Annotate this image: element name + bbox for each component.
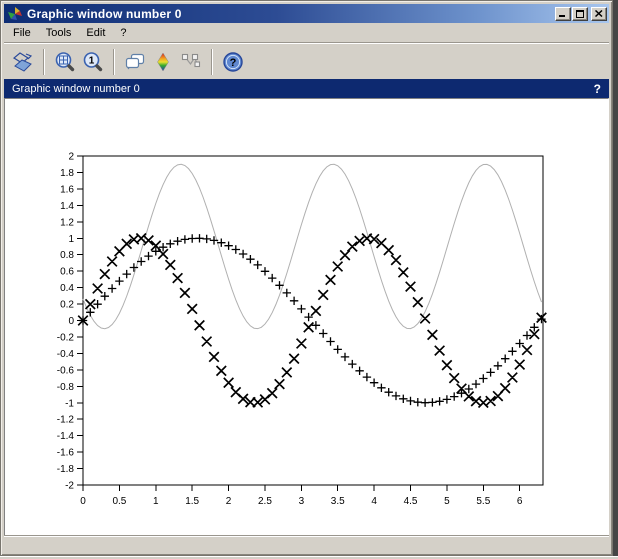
menu-help[interactable]: ?: [114, 25, 132, 41]
help-button[interactable]: ?: [219, 48, 247, 76]
svg-text:1.4: 1.4: [60, 201, 74, 212]
info-bar-help-icon[interactable]: ?: [594, 82, 601, 96]
info-bar-text: Graphic window number 0: [12, 83, 140, 95]
svg-text:0: 0: [68, 316, 74, 327]
graphics-editor-button[interactable]: [149, 48, 177, 76]
plot-svg: 2 1.8 1.6 1.4 1.2 1 0.8 0.6 0.4 0.2 0 -0.2 -0.4 -0.6 -…: [5, 99, 608, 537]
rotate-3d-icon: [12, 51, 34, 73]
desktop: Graphic window number 0: [0, 0, 618, 559]
svg-text:4.5: 4.5: [404, 496, 418, 507]
toolbar-separator: [211, 49, 213, 75]
minimize-icon: [559, 10, 567, 18]
window-title: Graphic window number 0: [27, 7, 182, 21]
svg-text:4: 4: [371, 496, 377, 507]
svg-text:1.8: 1.8: [60, 168, 74, 179]
svg-text:1.5: 1.5: [185, 496, 199, 507]
menu-edit[interactable]: Edit: [80, 25, 111, 41]
menu-bar: File Tools Edit ?: [4, 23, 609, 42]
svg-text:0.2: 0.2: [60, 300, 74, 311]
svg-text:1.2: 1.2: [60, 217, 74, 228]
svg-text:0.5: 0.5: [112, 496, 126, 507]
info-bar: Graphic window number 0 ?: [4, 79, 609, 98]
plot-canvas[interactable]: 2 1.8 1.6 1.4 1.2 1 0.8 0.6 0.4 0.2 0 -0.2 -0.4 -0.6 -…: [4, 98, 609, 537]
scilab-app-icon: [8, 7, 22, 21]
svg-text:0.4: 0.4: [60, 283, 74, 294]
svg-text:-2: -2: [65, 481, 74, 492]
toolbar-separator: [43, 49, 45, 75]
help-icon: ?: [222, 51, 244, 73]
toolbar: 1: [4, 44, 609, 79]
zoom-area-icon: [54, 51, 76, 73]
zoom-area-button[interactable]: [51, 48, 79, 76]
svg-text:-1.2: -1.2: [57, 415, 75, 426]
copy-button[interactable]: [121, 48, 149, 76]
close-icon: [595, 10, 603, 17]
svg-text:-0.8: -0.8: [57, 382, 75, 393]
zoom-reset-icon: 1: [82, 51, 104, 73]
close-button[interactable]: [591, 7, 607, 21]
menu-tools[interactable]: Tools: [40, 25, 78, 41]
svg-text:?: ?: [230, 57, 237, 69]
svg-text:-1: -1: [65, 398, 74, 409]
svg-text:0.6: 0.6: [60, 267, 74, 278]
maximize-button[interactable]: [572, 7, 588, 21]
window-controls: [555, 7, 607, 21]
svg-text:-1.4: -1.4: [57, 431, 75, 442]
svg-text:1.6: 1.6: [60, 184, 74, 195]
svg-text:-1.6: -1.6: [57, 448, 75, 459]
graphic-window: Graphic window number 0: [0, 0, 613, 556]
copy-icon: [124, 51, 146, 73]
svg-text:3.5: 3.5: [331, 496, 345, 507]
datatip-graph-button[interactable]: [177, 48, 205, 76]
minimize-button[interactable]: [555, 7, 571, 21]
svg-text:0: 0: [80, 496, 86, 507]
svg-text:1: 1: [68, 234, 74, 245]
rotate-3d-button[interactable]: [9, 48, 37, 76]
svg-text:1: 1: [153, 496, 159, 507]
svg-text:6: 6: [517, 496, 523, 507]
toolbar-separator: [113, 49, 115, 75]
title-bar[interactable]: Graphic window number 0: [4, 4, 609, 23]
svg-text:-0.4: -0.4: [57, 349, 75, 360]
svg-text:1: 1: [89, 55, 95, 66]
svg-text:-0.2: -0.2: [57, 332, 75, 343]
menu-file[interactable]: File: [7, 25, 37, 41]
svg-text:5.5: 5.5: [476, 496, 490, 507]
status-bar: [4, 537, 609, 552]
svg-text:3: 3: [299, 496, 305, 507]
svg-text:0.8: 0.8: [60, 250, 74, 261]
zoom-reset-button[interactable]: 1: [79, 48, 107, 76]
svg-text:-0.6: -0.6: [57, 365, 75, 376]
graphics-editor-icon: [152, 51, 174, 73]
svg-text:2: 2: [68, 152, 74, 163]
svg-text:2.5: 2.5: [258, 496, 272, 507]
svg-text:5: 5: [444, 496, 450, 507]
svg-text:-1.8: -1.8: [57, 464, 75, 475]
datatip-graph-icon: [180, 51, 202, 73]
maximize-icon: [576, 10, 585, 18]
svg-text:2: 2: [226, 496, 232, 507]
